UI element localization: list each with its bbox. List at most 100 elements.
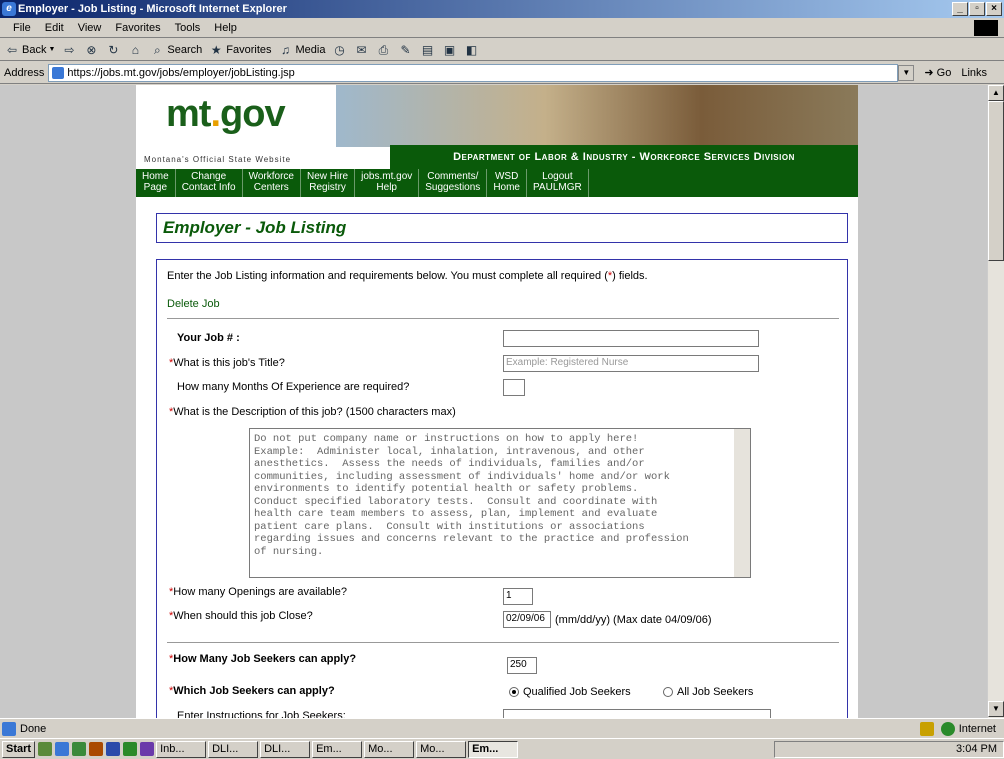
maximize-button[interactable]: ▫ <box>969 2 985 16</box>
word-icon[interactable] <box>106 742 121 756</box>
menu-bar: File Edit View Favorites Tools Help <box>0 18 1004 38</box>
nav-change-contact[interactable]: Change Contact Info <box>176 169 243 197</box>
close-date-input[interactable]: 02/09/06 <box>503 611 551 628</box>
window-title: Employer - Job Listing - Microsoft Inter… <box>18 3 287 15</box>
window-title-bar: e Employer - Job Listing - Microsoft Int… <box>0 0 1004 18</box>
close-date-label: *When should this job Close? <box>169 610 313 622</box>
status-text: Done <box>20 722 47 735</box>
task-dli-1[interactable]: DLI... <box>208 740 259 758</box>
menu-tools[interactable]: Tools <box>168 22 208 34</box>
task-mo-1[interactable]: Mo... <box>364 740 415 758</box>
nav-workforce-centers[interactable]: Workforce Centers <box>243 169 301 197</box>
page-viewport: mt.gov Montana's Official State Website … <box>0 85 987 718</box>
instructions-label: Enter Instructions for Job Seekers: <box>177 710 346 718</box>
excel-icon[interactable] <box>123 742 138 756</box>
forward-button[interactable]: ⇨ <box>61 42 77 58</box>
address-url: https://jobs.mt.gov/jobs/employer/jobLis… <box>67 66 295 79</box>
task-em-word[interactable]: Em... <box>312 740 363 758</box>
minimize-button[interactable]: _ <box>952 2 968 16</box>
job-number-label: Your Job # : <box>177 332 240 344</box>
ie-icon: e <box>2 2 16 16</box>
page-title: Employer - Job Listing <box>156 213 848 243</box>
menu-view[interactable]: View <box>71 22 109 34</box>
scroll-thumb[interactable] <box>988 101 1004 261</box>
seekers-count-input[interactable]: 250 <box>507 657 537 674</box>
task-dli-2[interactable]: DLI... <box>260 740 311 758</box>
history-icon[interactable]: ◷ <box>331 42 347 58</box>
stop-icon[interactable]: ⊗ <box>83 42 99 58</box>
task-inbox[interactable]: Inb... <box>156 740 207 758</box>
home-icon[interactable]: ⌂ <box>127 42 143 58</box>
start-button[interactable]: Start <box>2 740 36 758</box>
go-button[interactable]: ➜ Go <box>924 66 951 79</box>
refresh-icon[interactable]: ↻ <box>105 42 121 58</box>
media-button[interactable]: ♫ Media <box>278 42 325 58</box>
nav-new-hire-registry[interactable]: New Hire Registry <box>301 169 356 197</box>
messenger-icon[interactable]: ▣ <box>441 42 457 58</box>
close-button[interactable]: × <box>986 2 1002 16</box>
nav-comments[interactable]: Comments/ Suggestions <box>419 169 488 197</box>
banner-photo <box>336 85 858 147</box>
openings-input[interactable]: 1 <box>503 588 533 605</box>
task-mo-2[interactable]: Mo... <box>416 740 467 758</box>
search-button[interactable]: ⌕ Search <box>149 42 202 58</box>
radio-qualified-button[interactable] <box>509 687 519 698</box>
site-banner: mt.gov Montana's Official State Website … <box>136 85 858 197</box>
ie-quicklaunch-icon[interactable] <box>55 742 70 756</box>
job-title-input[interactable]: Example: Registered Nurse <box>503 355 759 372</box>
nav-home[interactable]: Home Page <box>136 169 176 197</box>
page-done-icon <box>2 721 16 736</box>
radio-all[interactable]: All Job Seekers <box>663 686 753 698</box>
openings-label: *How many Openings are available? <box>169 586 347 598</box>
address-bar: Address https://jobs.mt.gov/jobs/employe… <box>0 62 1004 84</box>
discuss-icon[interactable]: ▤ <box>419 42 435 58</box>
mtgov-logo[interactable]: mt.gov <box>166 93 286 136</box>
menu-favorites[interactable]: Favorites <box>108 22 167 34</box>
menu-edit[interactable]: Edit <box>38 22 71 34</box>
media-icon: ♫ <box>281 42 291 57</box>
app-icon[interactable] <box>89 742 104 756</box>
mail-icon[interactable]: ✉ <box>353 42 369 58</box>
radio-all-button[interactable] <box>663 687 673 698</box>
close-date-hint: (mm/dd/yy) (Max date 04/09/06) <box>555 614 712 626</box>
department-title: Department of Labor & Industry - Workfor… <box>390 145 858 169</box>
links-button[interactable]: Links <box>961 67 987 79</box>
delete-job-link[interactable]: Delete Job <box>167 298 220 310</box>
textarea-scrollbar[interactable] <box>734 429 750 577</box>
scroll-down-icon[interactable]: ▼ <box>988 701 1004 717</box>
clock[interactable]: 3:04 PM <box>956 742 997 757</box>
print-icon[interactable]: ⎙ <box>375 42 391 58</box>
edit-icon[interactable]: ✎ <box>397 42 413 58</box>
months-experience-input[interactable] <box>503 379 525 396</box>
desktop-icon[interactable] <box>38 742 53 756</box>
scroll-up-icon[interactable]: ▲ <box>988 85 1004 101</box>
page-scrollbar[interactable]: ▲ ▼ <box>987 85 1004 718</box>
task-em-ie[interactable]: Em... <box>468 740 519 758</box>
address-dropdown-icon[interactable]: ▼ <box>898 64 915 81</box>
nav-logout[interactable]: Logout PAULMGR <box>527 169 589 197</box>
address-input[interactable]: https://jobs.mt.gov/jobs/employer/jobLis… <box>48 63 899 82</box>
favorites-icon: ★ <box>210 42 222 57</box>
job-number-input[interactable] <box>503 330 759 347</box>
instructions-input[interactable] <box>503 709 771 718</box>
back-arrow-icon: ⇦ <box>6 42 18 57</box>
nav-wsd-home[interactable]: WSD Home <box>487 169 527 197</box>
research-icon[interactable]: ◧ <box>463 42 479 58</box>
seekers-count-label: *How Many Job Seekers can apply? <box>169 653 357 665</box>
page-content: Employer - Job Listing Enter the Job Lis… <box>136 197 858 718</box>
address-label: Address <box>4 66 45 79</box>
site-nav: Home Page Change Contact Info Workforce … <box>136 169 858 197</box>
divider <box>167 642 839 643</box>
favorites-button[interactable]: ★ Favorites <box>208 42 272 58</box>
description-label: *What is the Description of this job? (1… <box>169 406 456 418</box>
back-button[interactable]: ⇦ Back ▼ <box>4 42 55 58</box>
radio-qualified[interactable]: Qualified Job Seekers <box>509 686 631 698</box>
menu-help[interactable]: Help <box>207 22 244 34</box>
menu-file[interactable]: File <box>6 22 38 34</box>
form-intro: Enter the Job Listing information and re… <box>167 270 648 282</box>
nav-help[interactable]: jobs.mt.gov Help <box>355 169 420 197</box>
media-player-icon[interactable] <box>140 742 155 756</box>
system-tray: 3:04 PM <box>774 740 1004 758</box>
outlook-icon[interactable] <box>72 742 87 756</box>
description-textarea[interactable]: Do not put company name or instructions … <box>249 428 751 578</box>
